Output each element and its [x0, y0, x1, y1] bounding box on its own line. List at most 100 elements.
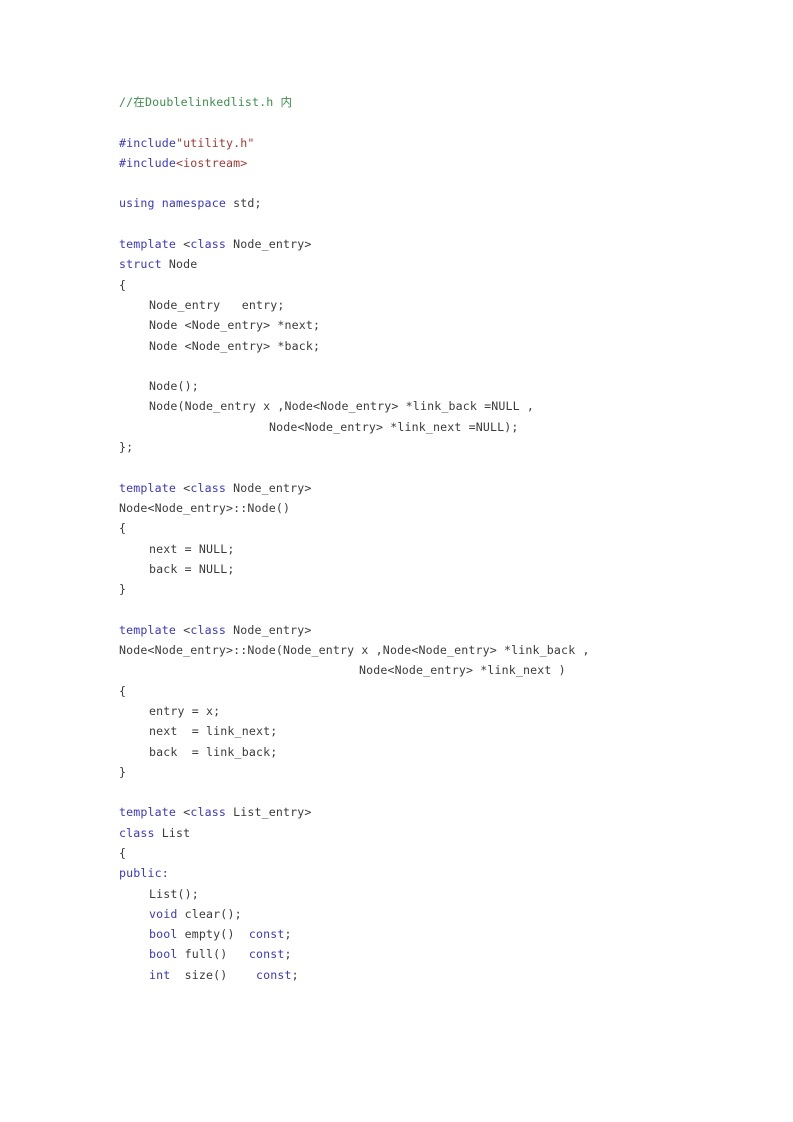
code-line: Node<Node_entry> *link_next )	[119, 660, 759, 680]
code-token-plain: Node <Node_entry> *back;	[149, 338, 321, 353]
code-line: Node_entry entry;	[119, 295, 759, 315]
code-line: public:	[119, 863, 759, 883]
code-token-plain: Node	[161, 257, 198, 272]
code-token-plain: Node<Node_entry>::Node(Node_entry x ,Nod…	[119, 643, 590, 658]
code-token-kw: public:	[119, 866, 169, 881]
code-line: int size() const;	[119, 965, 759, 985]
code-line: Node<Node_entry> *link_next =NULL);	[119, 417, 759, 437]
code-token-kw: class	[190, 237, 226, 252]
code-token-kw: template	[119, 622, 177, 637]
code-token-kw: bool	[149, 927, 178, 942]
code-token-kw: template	[119, 237, 177, 252]
code-token-plain: };	[119, 440, 134, 455]
code-token-plain: {	[119, 277, 127, 292]
code-token-kw: class	[119, 825, 155, 840]
code-token-plain: List_entry	[225, 805, 305, 820]
code-token-kw: using namespace	[119, 196, 226, 211]
code-line: template <class Node_entry>	[119, 478, 759, 498]
code-token-punct: >	[304, 805, 312, 820]
code-token-plain: next = link_next;	[149, 724, 278, 739]
code-token-plain: List();	[149, 886, 199, 901]
code-token-plain: size()	[170, 967, 256, 982]
code-token-plain: Node<Node_entry> *link_next =NULL);	[269, 419, 519, 434]
code-token-kw: void	[149, 906, 178, 921]
code-token-inc: <iostream>	[176, 155, 248, 170]
code-line: }	[119, 579, 759, 599]
code-line: next = link_next;	[119, 721, 759, 741]
code-token-kw: class	[190, 480, 226, 495]
code-line: bool full() const;	[119, 944, 759, 964]
code-token-pre: #include	[119, 135, 177, 150]
code-token-plain: Node_entry	[225, 480, 305, 495]
code-line: Node <Node_entry> *next;	[119, 315, 759, 335]
code-token-punct: >	[304, 237, 312, 252]
code-line: back = link_back;	[119, 742, 759, 762]
code-line: };	[119, 437, 759, 457]
code-token-plain: {	[119, 683, 127, 698]
code-line: {	[119, 843, 759, 863]
code-line: }	[119, 762, 759, 782]
code-token-pre: #include	[119, 155, 177, 170]
code-token-kw: template	[119, 480, 177, 495]
code-token-plain: std;	[225, 196, 262, 211]
code-line: entry = x;	[119, 701, 759, 721]
code-token-plain: entry = x;	[149, 703, 221, 718]
code-line: Node();	[119, 376, 759, 396]
code-token-plain: Node_entry	[225, 622, 305, 637]
code-token-kw: class	[190, 805, 226, 820]
code-token-plain: full()	[177, 947, 249, 962]
code-token-plain: Node<Node_entry>::Node()	[119, 500, 291, 515]
code-listing[interactable]: //在Doublelinkedlist.h 内 #include"utility…	[119, 92, 759, 985]
code-line: Node <Node_entry> *back;	[119, 336, 759, 356]
code-token-plain: empty()	[177, 927, 249, 942]
code-token-plain: ;	[284, 947, 292, 962]
code-token-plain: Node <Node_entry> *next;	[149, 318, 321, 333]
code-token-plain: ;	[291, 967, 299, 982]
code-line: Node<Node_entry>::Node(Node_entry x ,Nod…	[119, 640, 759, 660]
code-token-plain: {	[119, 845, 127, 860]
code-line: #include<iostream>	[119, 153, 759, 173]
code-token-str: "utility.h"	[176, 135, 255, 150]
document-page: //在Doublelinkedlist.h 内 #include"utility…	[0, 0, 793, 1122]
code-token-plain: Node_entry entry;	[149, 297, 285, 312]
code-token-kw: struct	[119, 257, 162, 272]
code-line: next = NULL;	[119, 539, 759, 559]
code-line: //在Doublelinkedlist.h 内	[119, 92, 759, 112]
code-token-kw: const	[255, 967, 292, 982]
code-token-punct: >	[304, 480, 312, 495]
code-line: template <class Node_entry>	[119, 620, 759, 640]
code-token-plain: Node_entry	[225, 237, 305, 252]
code-token-plain: clear();	[177, 906, 242, 921]
code-token-plain: List	[154, 825, 191, 840]
code-line: void clear();	[119, 904, 759, 924]
code-line: back = NULL;	[119, 559, 759, 579]
code-line: template <class Node_entry>	[119, 234, 759, 254]
code-token-plain: Node<Node_entry> *link_next )	[359, 663, 566, 678]
code-line: using namespace std;	[119, 193, 759, 213]
code-token-kw: const	[248, 947, 285, 962]
code-token-punct: >	[304, 622, 312, 637]
code-line: {	[119, 518, 759, 538]
code-token-plain: }	[119, 582, 127, 597]
code-token-kw: const	[248, 927, 285, 942]
code-token-plain: Node(Node_entry x ,Node<Node_entry> *lin…	[149, 399, 535, 414]
code-token-cmt: //在Doublelinkedlist.h 内	[119, 95, 293, 109]
code-token-plain: ;	[284, 927, 292, 942]
code-token-plain: Node();	[149, 379, 199, 394]
code-line: Node(Node_entry x ,Node<Node_entry> *lin…	[119, 396, 759, 416]
code-line: class List	[119, 823, 759, 843]
code-line: #include"utility.h"	[119, 133, 759, 153]
code-line: bool empty() const;	[119, 924, 759, 944]
code-token-kw: bool	[149, 947, 178, 962]
code-token-kw: template	[119, 805, 177, 820]
code-line: struct Node	[119, 254, 759, 274]
code-token-plain: next = NULL;	[149, 541, 235, 556]
code-token-kw: class	[190, 622, 226, 637]
